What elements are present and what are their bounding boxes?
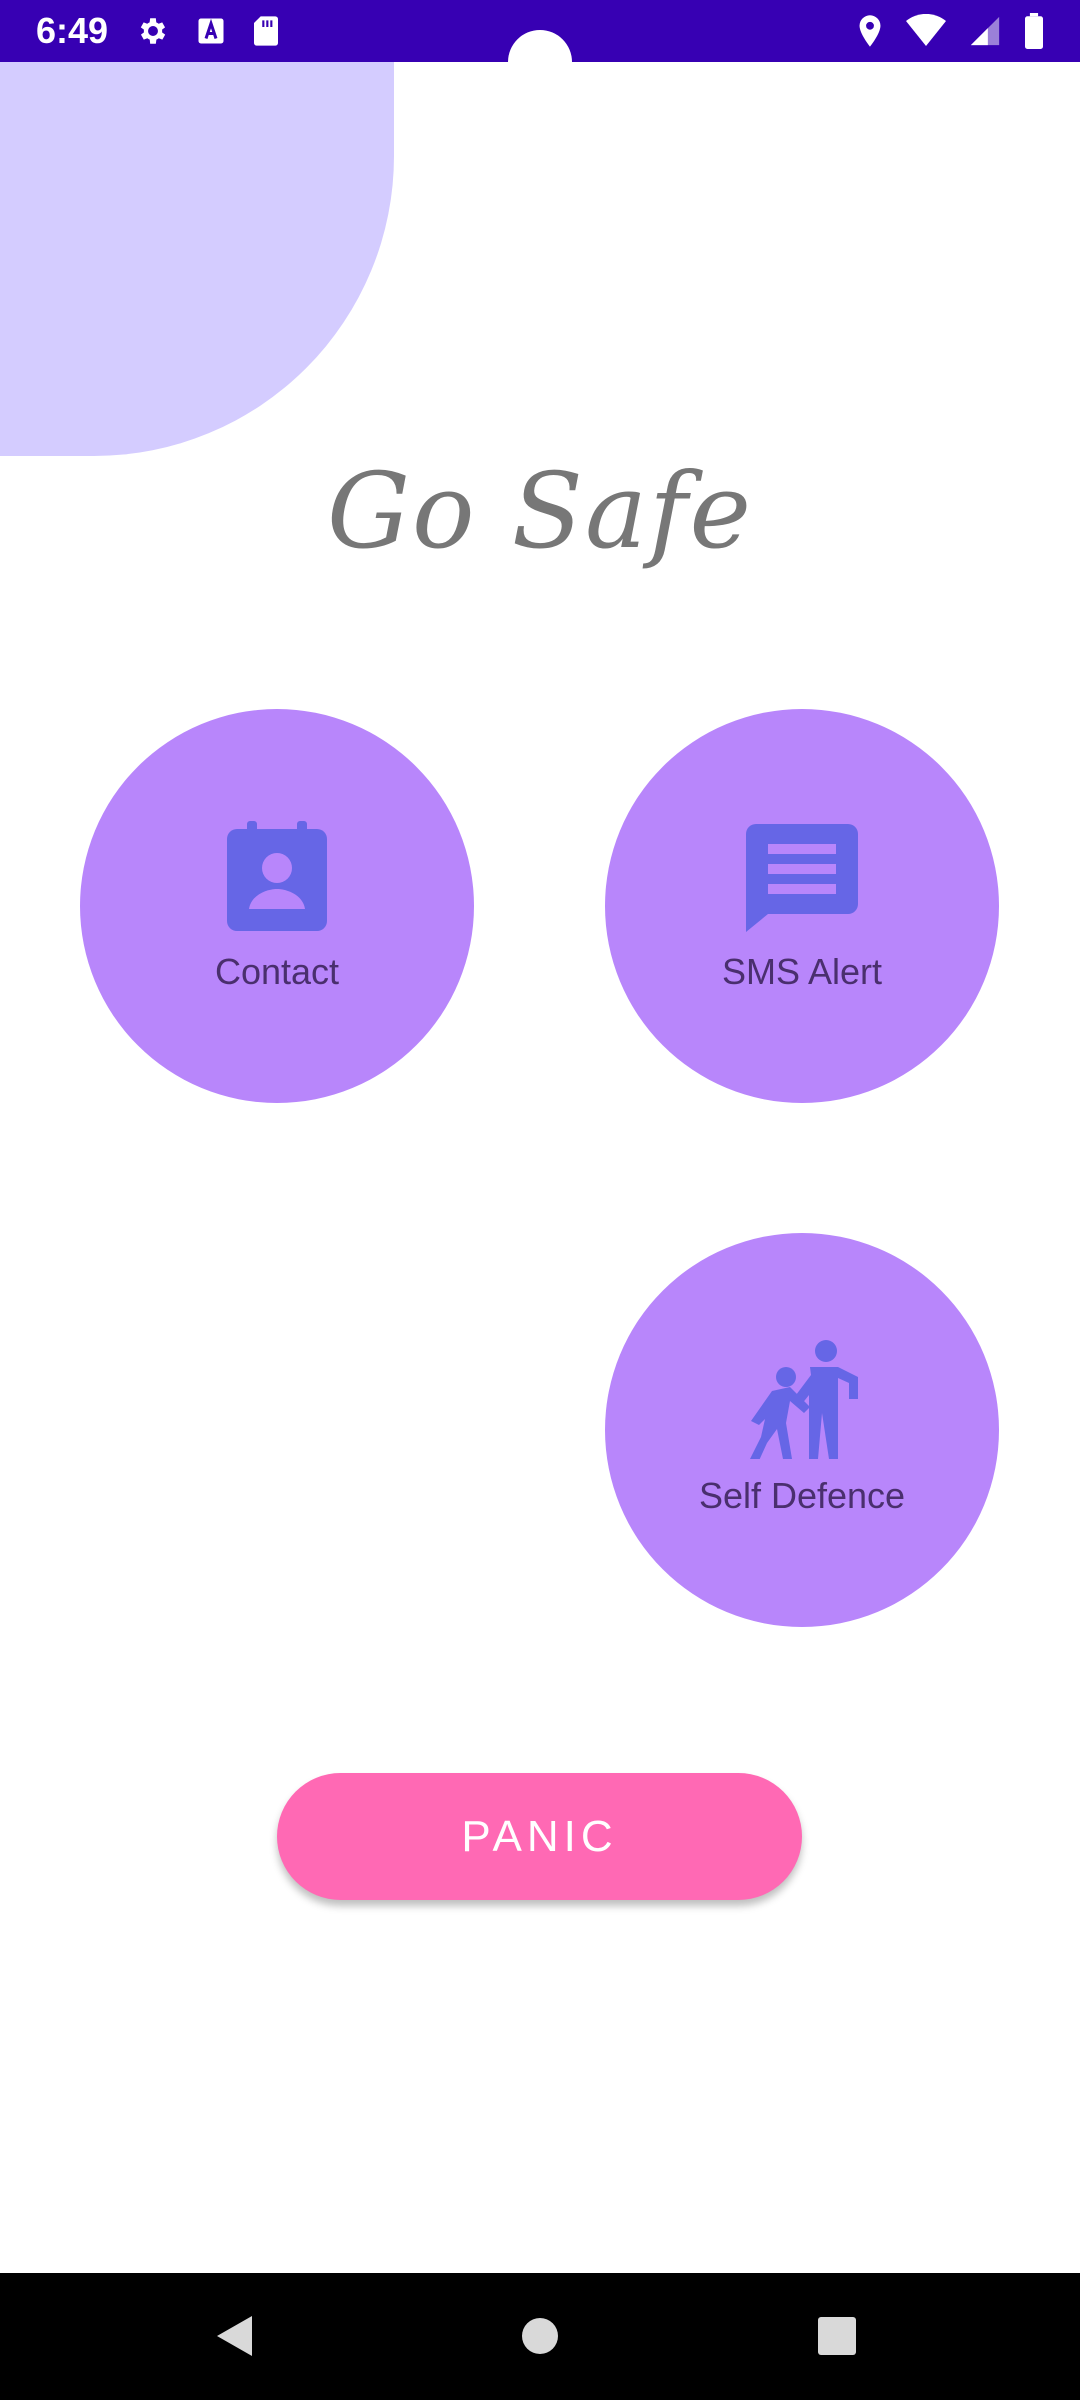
status-time: 6:49 xyxy=(36,10,109,51)
decorative-corner-shape xyxy=(0,62,394,456)
navigation-bar xyxy=(0,2273,1080,2400)
battery-icon xyxy=(1024,13,1044,49)
panic-button[interactable]: PANIC xyxy=(277,1773,802,1900)
sms-alert-label: SMS Alert xyxy=(721,951,883,992)
status-right-icons xyxy=(856,12,1044,50)
sd-card-icon xyxy=(252,15,280,47)
message-icon xyxy=(746,824,858,937)
app-title: Go Safe xyxy=(326,450,754,572)
status-left-icons xyxy=(136,14,280,48)
home-icon[interactable] xyxy=(515,2311,565,2361)
location-pin-icon xyxy=(856,14,884,48)
contact-button[interactable]: Contact xyxy=(80,709,474,1103)
camera-notch xyxy=(508,30,572,94)
wifi-icon xyxy=(906,14,946,48)
self-defence-icon xyxy=(734,1339,870,1465)
back-icon[interactable] xyxy=(212,2311,262,2361)
app-screen: 6:49 Go Safe Contact SMS Alert Self Defe… xyxy=(0,0,1080,2400)
self-defence-button[interactable]: Self Defence xyxy=(605,1233,999,1627)
text-a-icon xyxy=(196,16,226,46)
contact-label: Contact xyxy=(214,951,340,992)
self-defence-label: Self Defence xyxy=(698,1475,906,1516)
settings-gear-icon xyxy=(136,14,170,48)
contact-card-icon xyxy=(227,821,327,936)
recents-icon[interactable] xyxy=(812,2311,862,2361)
cell-signal-icon xyxy=(968,14,1002,48)
sms-alert-button[interactable]: SMS Alert xyxy=(605,709,999,1103)
